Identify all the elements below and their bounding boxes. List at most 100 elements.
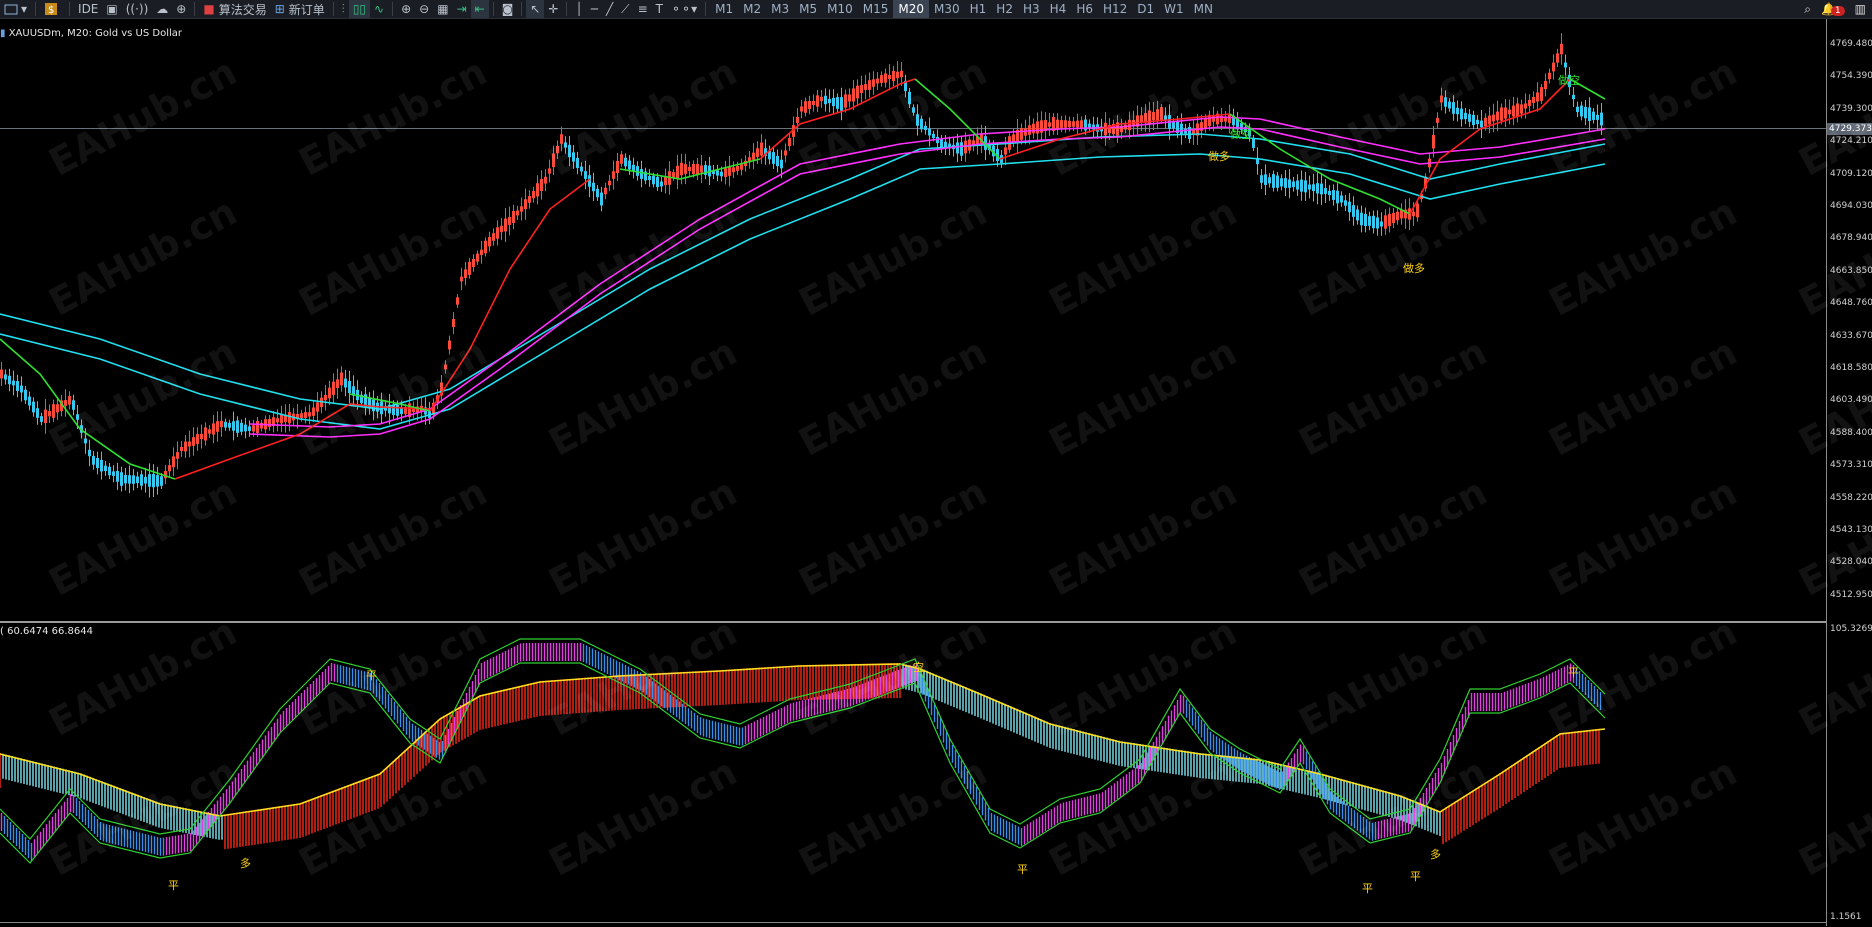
timeframe-w1[interactable]: W1 — [1159, 0, 1189, 18]
candle — [1316, 183, 1319, 194]
candle — [1092, 124, 1095, 130]
candle — [788, 137, 791, 147]
candle — [116, 470, 119, 482]
price-tick: 4709.120 — [1830, 168, 1872, 179]
candle — [892, 70, 895, 82]
candle — [1476, 119, 1479, 125]
algo-trading-button[interactable]: ■ 算法交易 — [199, 0, 270, 18]
notification-button[interactable]: 🔔1 — [1821, 2, 1845, 16]
zoom-out-icon[interactable]: ⊖ — [415, 0, 433, 18]
candle — [608, 180, 611, 186]
timeframe-h6[interactable]: H6 — [1071, 0, 1098, 18]
osc-signal-label: 空 — [913, 661, 924, 674]
candle — [1380, 221, 1383, 227]
oscillator-top-value: 105.3269 — [1830, 624, 1872, 634]
oscillator-bottom-value: 1.1561 — [1830, 912, 1862, 922]
price-axis[interactable] — [1826, 19, 1872, 926]
timeframe-h12[interactable]: H12 — [1098, 0, 1132, 18]
timeframe-h1[interactable]: H1 — [965, 0, 992, 18]
polyline-icon[interactable]: ⟋ — [617, 0, 633, 18]
timeframe-m5[interactable]: M5 — [794, 0, 822, 18]
candle — [240, 422, 243, 432]
candle — [1572, 94, 1575, 100]
candle — [1356, 209, 1359, 221]
shapes-icon[interactable]: ⚬⚬▾ — [667, 0, 701, 18]
candle — [632, 164, 635, 172]
toolbar-separator — [566, 2, 568, 16]
chart-type-icon[interactable]: ▾ — [0, 0, 31, 18]
candle — [452, 318, 455, 328]
candle — [796, 116, 799, 124]
candle — [4, 374, 7, 380]
candle — [248, 426, 251, 431]
candle — [696, 163, 699, 175]
signal-icon[interactable]: ((·)) — [122, 0, 153, 18]
price-tick: 4588.400 — [1830, 427, 1872, 438]
candle — [336, 379, 339, 388]
timeframe-m3[interactable]: M3 — [766, 0, 794, 18]
cursor-icon[interactable]: ↖ — [526, 0, 545, 18]
timeframe-d1[interactable]: D1 — [1132, 0, 1159, 18]
globe-icon[interactable]: ⊕ — [172, 0, 190, 18]
candlestick-icon[interactable]: ▯▯ — [348, 0, 371, 18]
candle — [580, 166, 583, 172]
crosshair-icon[interactable]: ✛ — [544, 0, 562, 18]
ma-line-magenta — [249, 126, 1606, 438]
ide-button[interactable]: IDE — [74, 0, 102, 18]
zoom-in-icon[interactable]: ⊕ — [397, 0, 415, 18]
candle — [1172, 121, 1175, 129]
cloud-icon[interactable]: ☁ — [152, 0, 172, 18]
candle — [444, 364, 447, 370]
timeframe-h3[interactable]: H3 — [1018, 0, 1045, 18]
candle — [820, 96, 823, 102]
time-axis[interactable] — [0, 922, 1826, 927]
timeframe-m1[interactable]: M1 — [710, 0, 738, 18]
candle — [204, 427, 207, 441]
bar-chart-icon[interactable]: ⫶ — [338, 0, 349, 18]
chart-shift-icon[interactable]: ⇤ — [470, 0, 489, 18]
trendline-icon[interactable]: ╱ — [602, 0, 617, 18]
timeframe-m15[interactable]: M15 — [858, 0, 894, 18]
shopping-bag-icon[interactable]: ▣ — [102, 0, 121, 18]
candle — [900, 70, 903, 78]
new-order-button[interactable]: ⊞ 新订单 — [271, 0, 329, 18]
timeframe-h4[interactable]: H4 — [1045, 0, 1072, 18]
text-tool-icon[interactable]: T — [652, 0, 667, 18]
line-chart-icon[interactable]: ∿ — [370, 0, 388, 18]
candle — [932, 133, 935, 139]
autoscroll-icon[interactable]: ⇥ — [453, 0, 471, 18]
timeframe-m2[interactable]: M2 — [738, 0, 766, 18]
candle — [1268, 177, 1271, 184]
timeframe-m10[interactable]: M10 — [822, 0, 858, 18]
grid-icon[interactable]: ▦ — [433, 0, 452, 18]
account-icon[interactable]: ▥ — [1855, 2, 1866, 16]
candle — [184, 441, 187, 452]
candle — [372, 399, 375, 412]
timeframe-mn[interactable]: MN — [1189, 0, 1218, 18]
candle — [1068, 120, 1071, 128]
candle — [956, 142, 959, 154]
price-tick: 4543.130 — [1830, 525, 1872, 535]
candle — [1056, 119, 1059, 129]
timeframe-m20[interactable]: M20 — [893, 0, 929, 18]
price-chart[interactable] — [0, 19, 1826, 621]
candle — [48, 411, 51, 417]
timeframe-h2[interactable]: H2 — [991, 0, 1018, 18]
candle — [1028, 125, 1031, 135]
vertical-line-icon[interactable]: │ — [571, 0, 586, 18]
candle — [312, 407, 315, 416]
candle — [920, 118, 923, 130]
dollar-icon[interactable]: $ — [40, 0, 65, 18]
candle — [780, 159, 783, 169]
search-icon[interactable]: ⌕ — [1804, 2, 1811, 17]
candle — [252, 425, 255, 432]
candle — [172, 456, 175, 468]
horizontal-line-icon[interactable]: ─ — [587, 0, 602, 18]
candle — [664, 176, 667, 186]
candle — [1396, 211, 1399, 221]
candle — [724, 168, 727, 178]
timeframe-m30[interactable]: M30 — [929, 0, 965, 18]
screenshot-icon[interactable]: ◙ — [498, 0, 518, 18]
candle — [1456, 107, 1459, 115]
channel-icon[interactable]: ≡ — [634, 0, 652, 18]
